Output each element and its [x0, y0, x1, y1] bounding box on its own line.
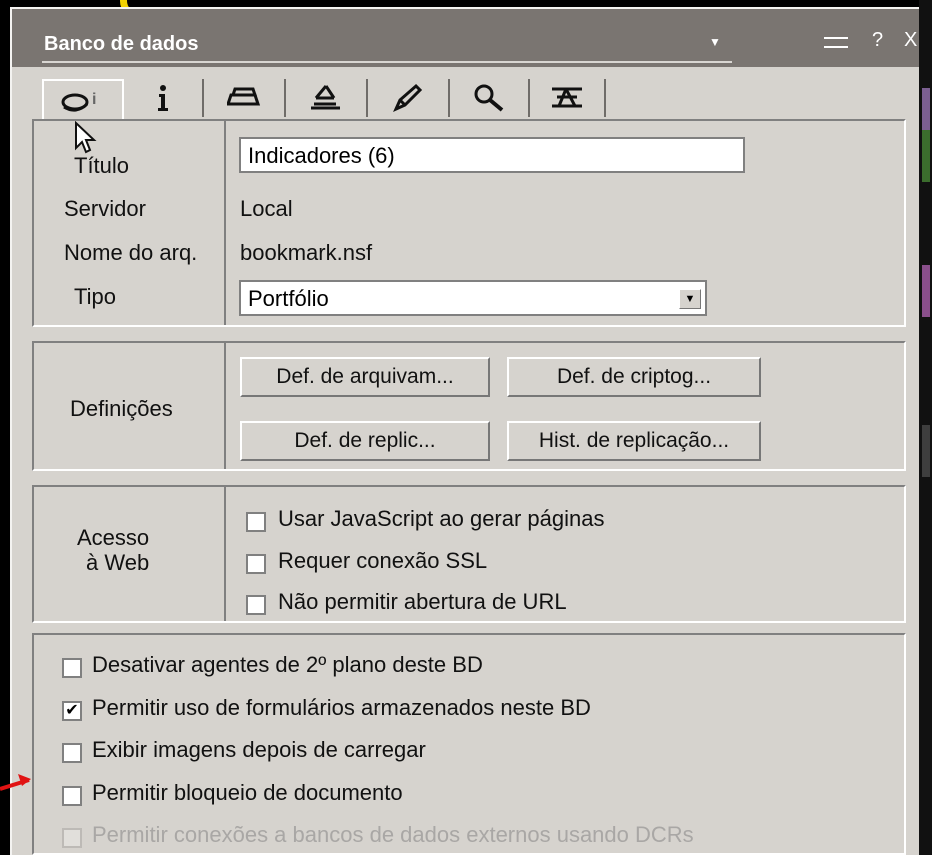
settings-label: Definições	[70, 396, 173, 421]
title-label: Título	[74, 153, 130, 178]
type-label: Tipo	[74, 284, 116, 309]
magnifier-icon	[474, 84, 504, 112]
rocket-icon	[393, 83, 423, 112]
settings-group: Definições Def. de arquivam... Def. de c…	[32, 341, 906, 471]
group-divider	[224, 487, 226, 621]
title-bar[interactable]: Banco de dados ▼ ? X	[12, 9, 919, 67]
tab-search[interactable]	[450, 79, 530, 117]
replication-history-button[interactable]: Hist. de replicação...	[507, 421, 761, 461]
background-color-strip	[922, 130, 930, 182]
background-color-strip	[922, 425, 930, 477]
printer-icon	[227, 87, 261, 106]
document-locking-checkbox[interactable]	[62, 786, 82, 806]
url-open-checkbox[interactable]	[246, 595, 266, 615]
server-label: Servidor	[64, 196, 146, 221]
design-icon	[311, 85, 340, 110]
javascript-checkbox[interactable]	[246, 512, 266, 532]
replication-settings-button[interactable]: Def. de replic...	[240, 421, 490, 461]
general-group: Título Indicadores (6) Servidor Local No…	[32, 119, 906, 327]
filename-value: bookmark.nsf	[240, 240, 373, 265]
dialog-title: Banco de dados	[44, 33, 199, 55]
javascript-label: Usar JavaScript ao gerar páginas	[278, 506, 605, 531]
info-icon	[158, 85, 168, 111]
stored-forms-label: Permitir uso de formulários armazenados …	[92, 695, 591, 720]
type-select[interactable]: Portfólio ▼	[239, 280, 707, 316]
ssl-checkbox[interactable]	[246, 554, 266, 574]
load-images-label: Exibir imagens depois de carregar	[92, 737, 426, 762]
tab-basics[interactable]: i	[42, 79, 124, 119]
chevron-down-icon[interactable]: ▼	[679, 289, 701, 309]
tab-advanced[interactable]	[530, 79, 606, 117]
database-properties-dialog: Banco de dados ▼ ? X i Título Indicadore…	[10, 7, 921, 855]
url-open-label: Não permitir abertura de URL	[278, 589, 567, 614]
help-button[interactable]: ?	[872, 29, 883, 52]
archive-settings-button[interactable]: Def. de arquivam...	[240, 357, 490, 397]
background-color-strip	[922, 265, 930, 317]
background-agents-checkbox[interactable]	[62, 658, 82, 678]
title-dropdown-icon[interactable]: ▼	[709, 35, 721, 49]
tab-print[interactable]	[204, 79, 286, 117]
mouse-cursor-icon	[75, 121, 97, 154]
background-agents-label: Desativar agentes de 2º plano deste BD	[92, 652, 483, 677]
encryption-settings-button[interactable]: Def. de criptog...	[507, 357, 761, 397]
annotation-arrow-icon	[0, 774, 31, 791]
stored-forms-checkbox[interactable]: ✔	[62, 701, 82, 721]
database-info-icon: i	[61, 91, 96, 112]
ssl-label: Requer conexão SSL	[278, 548, 488, 573]
tab-design[interactable]	[286, 79, 368, 117]
group-divider	[224, 343, 226, 469]
database-options-group: Desativar agentes de 2º plano deste BD ✔…	[32, 633, 906, 855]
advanced-icon	[552, 87, 582, 108]
properties-tabs: i	[42, 79, 606, 119]
document-locking-label: Permitir bloqueio de documento	[92, 780, 403, 805]
web-access-label-line1: Acesso	[77, 525, 150, 550]
tab-info[interactable]	[124, 79, 204, 117]
web-access-group: Acesso à Web Usar JavaScript ao gerar pá…	[32, 485, 906, 623]
web-access-label-line2: à Web	[86, 550, 150, 575]
filename-label: Nome do arq.	[64, 240, 198, 265]
check-icon: ✔	[65, 702, 79, 719]
title-underline	[42, 61, 732, 63]
dcr-label: Permitir conexões a bancos de dados exte…	[92, 822, 694, 847]
server-value: Local	[240, 196, 293, 221]
svg-text:i: i	[92, 91, 96, 108]
basics-panel: Título Indicadores (6) Servidor Local No…	[32, 119, 918, 855]
tab-launch[interactable]	[368, 79, 450, 117]
load-images-checkbox[interactable]	[62, 743, 82, 763]
type-selected-value: Portfólio	[248, 286, 329, 311]
title-field[interactable]: Indicadores (6)	[239, 137, 745, 173]
minimize-icon[interactable]	[824, 37, 848, 48]
close-button[interactable]: X	[904, 29, 917, 52]
dcr-checkbox	[62, 828, 82, 848]
group-divider	[224, 121, 226, 325]
